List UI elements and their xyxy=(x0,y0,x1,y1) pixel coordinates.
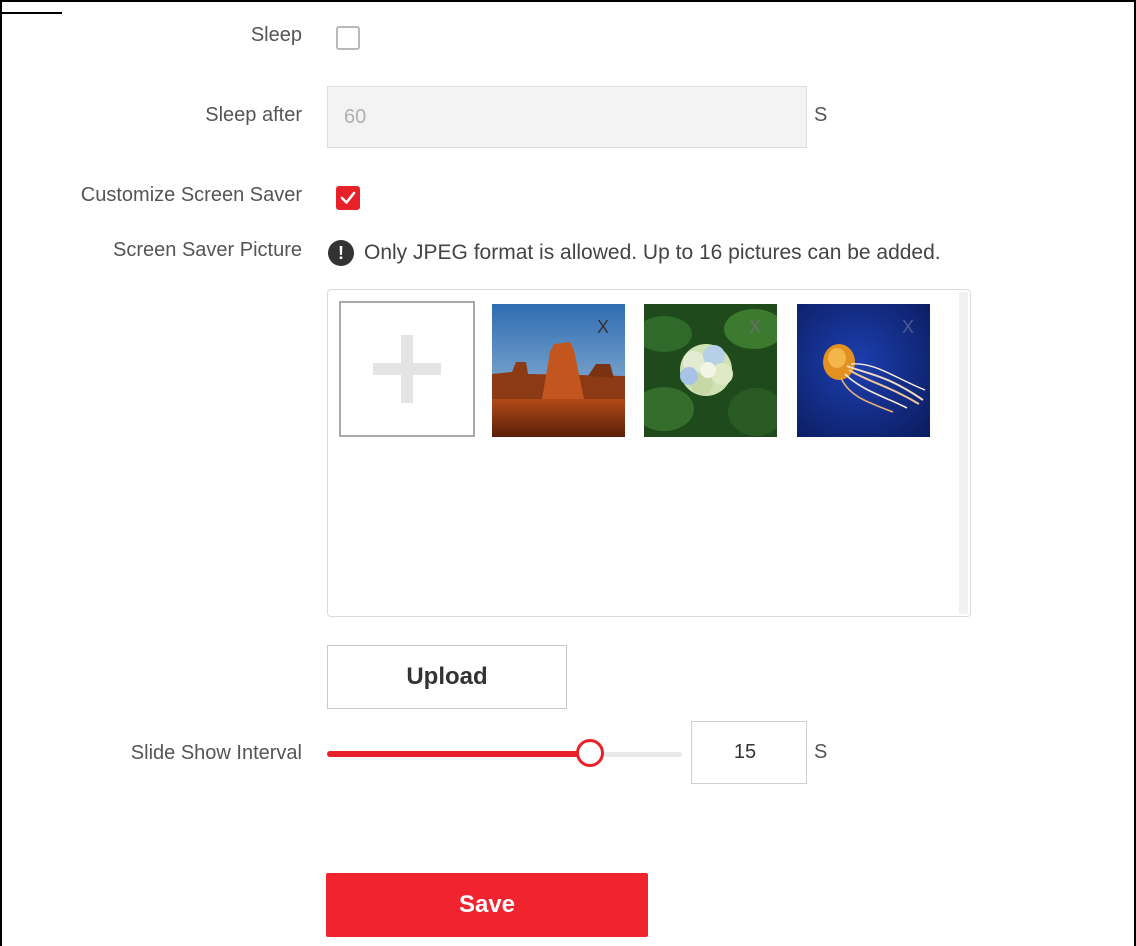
picture-hint: ! Only JPEG format is allowed. Up to 16 … xyxy=(328,240,941,266)
add-picture-tile[interactable] xyxy=(339,301,475,437)
exclamation-icon: ! xyxy=(328,240,354,266)
picture-list-scrollbar[interactable] xyxy=(959,292,968,614)
sleep-after-label: Sleep after xyxy=(205,104,302,126)
picture-thumbnail-desert[interactable]: X xyxy=(492,304,625,437)
sleep-checkbox[interactable] xyxy=(336,26,360,50)
slide-show-interval-input[interactable] xyxy=(691,721,807,784)
top-strip xyxy=(2,2,62,14)
upload-button[interactable]: Upload xyxy=(327,645,567,709)
picture-list: X X X xyxy=(327,289,971,617)
slide-show-interval-slider[interactable] xyxy=(327,739,682,769)
slide-show-interval-label: Slide Show Interval xyxy=(130,742,302,764)
sleep-after-unit: S xyxy=(814,104,828,126)
check-icon xyxy=(340,191,356,204)
picture-thumbnail-jellyfish[interactable]: X xyxy=(797,304,930,437)
sleep-label: Sleep xyxy=(250,24,302,46)
slide-show-interval-unit: S xyxy=(814,741,828,763)
remove-picture-button[interactable]: X xyxy=(902,318,914,336)
slider-fill xyxy=(327,751,590,757)
picture-hint-text: Only JPEG format is allowed. Up to 16 pi… xyxy=(364,241,941,264)
customize-screen-saver-label: Customize Screen Saver xyxy=(80,184,302,206)
customize-screen-saver-checkbox[interactable] xyxy=(336,186,360,210)
sleep-after-input[interactable] xyxy=(327,86,807,148)
remove-picture-button[interactable]: X xyxy=(597,318,609,336)
slider-handle[interactable] xyxy=(576,739,604,767)
plus-icon-vertical xyxy=(401,335,413,403)
save-button[interactable]: Save xyxy=(326,873,648,937)
screen-saver-picture-label: Screen Saver Picture xyxy=(113,239,302,261)
remove-picture-button[interactable]: X xyxy=(749,318,761,336)
picture-thumbnail-flower[interactable]: X xyxy=(644,304,777,437)
settings-panel: Sleep Sleep after S Customize Screen Sav… xyxy=(0,0,1136,946)
